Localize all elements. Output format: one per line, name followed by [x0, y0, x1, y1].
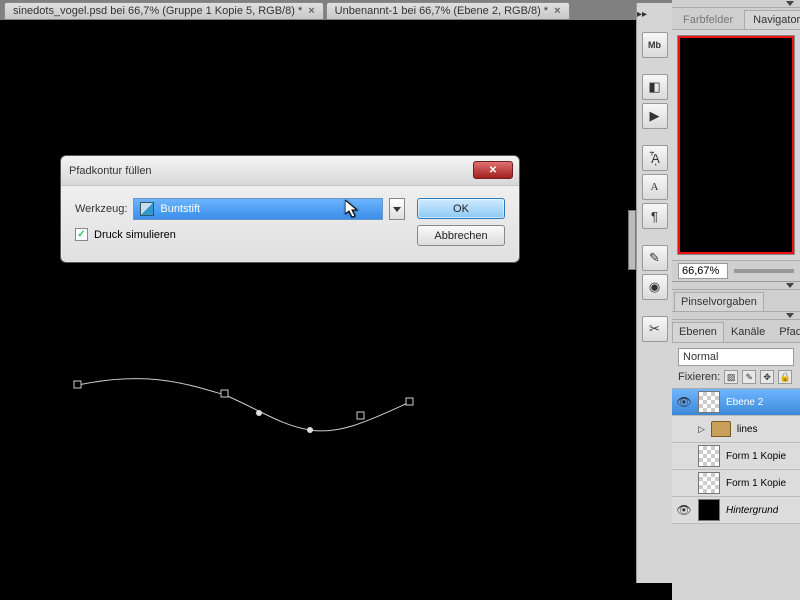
- tool-label: Werkzeug:: [75, 203, 127, 215]
- navigator-tab[interactable]: Navigator: [744, 10, 800, 29]
- actions-icon[interactable]: ▶: [642, 103, 668, 129]
- lock-all-icon[interactable]: 🔒: [778, 370, 792, 384]
- tool-presets-icon[interactable]: ✂: [642, 316, 668, 342]
- visibility-icon[interactable]: 👁: [676, 394, 692, 410]
- tool-select[interactable]: Buntstift: [133, 198, 383, 220]
- paragraph2-icon[interactable]: ¶: [642, 203, 668, 229]
- blend-mode-select[interactable]: Normal: [678, 348, 794, 366]
- document-tab[interactable]: sinedots_vogel.psd bei 66,7% (Gruppe 1 K…: [4, 2, 324, 19]
- swatches-tab[interactable]: Farbfelder: [674, 10, 742, 29]
- layer-name: Form 1 Kopie: [726, 451, 786, 462]
- close-icon[interactable]: ×: [308, 5, 314, 17]
- canvas[interactable]: [0, 20, 635, 600]
- layer-thumbnail[interactable]: [698, 391, 720, 413]
- dialog-titlebar[interactable]: Pfadkontur füllen ✕: [61, 156, 519, 186]
- navigator-preview[interactable]: [672, 30, 800, 260]
- visibility-icon[interactable]: [676, 421, 692, 437]
- navigator-panel-tabs: Farbfelder Navigator: [672, 8, 800, 30]
- history-icon[interactable]: ◧: [642, 74, 668, 100]
- stroke-path-dialog: Pfadkontur füllen ✕ Werkzeug: Buntstift …: [60, 155, 520, 263]
- zoom-value[interactable]: 66,67%: [678, 263, 728, 279]
- brush-presets-tab[interactable]: Pinselvorgaben: [674, 292, 764, 311]
- layer-row[interactable]: Form 1 Kopie: [672, 470, 800, 497]
- pencil-icon: [140, 202, 154, 216]
- folder-icon: [711, 421, 731, 437]
- layer-thumbnail[interactable]: [698, 472, 720, 494]
- paths-tab[interactable]: Pfade: [772, 322, 800, 342]
- navigator-viewport-frame[interactable]: [678, 36, 794, 254]
- ok-button[interactable]: OK: [417, 198, 505, 219]
- dropdown-button[interactable]: [389, 198, 405, 220]
- lock-label: Fixieren:: [678, 371, 720, 383]
- document-tab-label: Unbenannt-1 bei 66,7% (Ebene 2, RGB/8) *: [335, 5, 548, 17]
- brush-icon[interactable]: ✎: [642, 245, 668, 271]
- lock-row: Fixieren: ▨ ✎ ✥ 🔒: [672, 368, 800, 389]
- document-tab-label: sinedots_vogel.psd bei 66,7% (Gruppe 1 K…: [13, 5, 302, 17]
- panel-collapse-icon[interactable]: [672, 282, 800, 290]
- minibridge-icon[interactable]: Mb: [642, 32, 668, 58]
- layers-tab[interactable]: Ebenen: [672, 322, 724, 342]
- layer-name: lines: [737, 424, 758, 435]
- paragraph-icon[interactable]: A: [642, 174, 668, 200]
- layer-name: Ebene 2: [726, 397, 763, 408]
- close-icon[interactable]: ×: [554, 5, 560, 17]
- scrollbar[interactable]: [628, 210, 636, 270]
- layer-name: Form 1 Kopie: [726, 478, 786, 489]
- lock-position-icon[interactable]: ✥: [760, 370, 774, 384]
- panel-collapse-icon[interactable]: [672, 0, 800, 8]
- document-tab[interactable]: Unbenannt-1 bei 66,7% (Ebene 2, RGB/8) *…: [326, 2, 570, 19]
- folder-toggle-icon[interactable]: ▷: [698, 424, 705, 435]
- layer-row[interactable]: ▷ lines: [672, 416, 800, 443]
- visibility-icon[interactable]: 👁: [676, 502, 692, 518]
- navigator-zoom-row: 66,67%: [672, 260, 800, 282]
- simulate-pressure-label: Druck simulieren: [94, 229, 176, 241]
- layer-row[interactable]: Form 1 Kopie: [672, 443, 800, 470]
- collapsed-panel-strip: ▸▸ Mb ◧ ▶ ᾎ A ¶ ✎ ◉ ✂: [636, 3, 672, 583]
- right-panel-group: Farbfelder Navigator 66,67% Pinselvorgab…: [672, 0, 800, 600]
- zoom-slider[interactable]: [734, 269, 794, 273]
- simulate-pressure-checkbox[interactable]: ✓: [75, 228, 88, 241]
- layer-row[interactable]: 👁 Ebene 2: [672, 389, 800, 416]
- clone-icon[interactable]: ◉: [642, 274, 668, 300]
- vector-path: [60, 340, 440, 460]
- tool-select-value: Buntstift: [160, 203, 200, 215]
- layer-row[interactable]: 👁 Hintergrund: [672, 497, 800, 524]
- layer-thumbnail[interactable]: [698, 499, 720, 521]
- layer-name: Hintergrund: [726, 505, 778, 516]
- dialog-title: Pfadkontur füllen: [69, 165, 152, 177]
- lock-transparency-icon[interactable]: ▨: [724, 370, 738, 384]
- layer-thumbnail[interactable]: [698, 445, 720, 467]
- panel-collapse-icon[interactable]: [672, 312, 800, 320]
- visibility-icon[interactable]: [676, 475, 692, 491]
- close-button[interactable]: ✕: [473, 161, 513, 179]
- layers-panel-tabs: Ebenen Kanäle Pfade: [672, 320, 800, 343]
- expand-icon[interactable]: ▸▸: [637, 6, 647, 22]
- channels-tab[interactable]: Kanäle: [724, 322, 772, 342]
- cancel-button[interactable]: Abbrechen: [417, 225, 505, 246]
- character-icon[interactable]: ᾎ: [642, 145, 668, 171]
- visibility-icon[interactable]: [676, 448, 692, 464]
- lock-pixels-icon[interactable]: ✎: [742, 370, 756, 384]
